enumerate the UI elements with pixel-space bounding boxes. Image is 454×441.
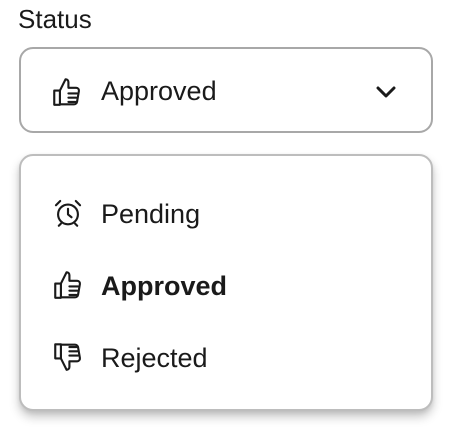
status-options-menu: Pending Approved Rejected <box>19 154 433 411</box>
thumbs-up-icon <box>50 75 84 109</box>
option-pending[interactable]: Pending <box>21 185 431 243</box>
option-rejected[interactable]: Rejected <box>21 329 431 387</box>
option-label: Approved <box>101 271 228 301</box>
chevron-down-icon[interactable] <box>373 82 399 102</box>
select-value: Approved <box>101 76 217 106</box>
status-select[interactable]: Approved <box>19 47 433 133</box>
option-label: Rejected <box>101 343 208 373</box>
option-approved[interactable]: Approved <box>21 257 431 315</box>
option-label: Pending <box>101 199 201 229</box>
alarm-clock-icon <box>51 196 85 230</box>
status-label: Status <box>18 4 92 34</box>
thumbs-up-icon <box>51 268 85 302</box>
status-field: Status Approved Pending Approved Rejecte… <box>0 0 454 441</box>
thumbs-down-icon <box>51 340 85 374</box>
